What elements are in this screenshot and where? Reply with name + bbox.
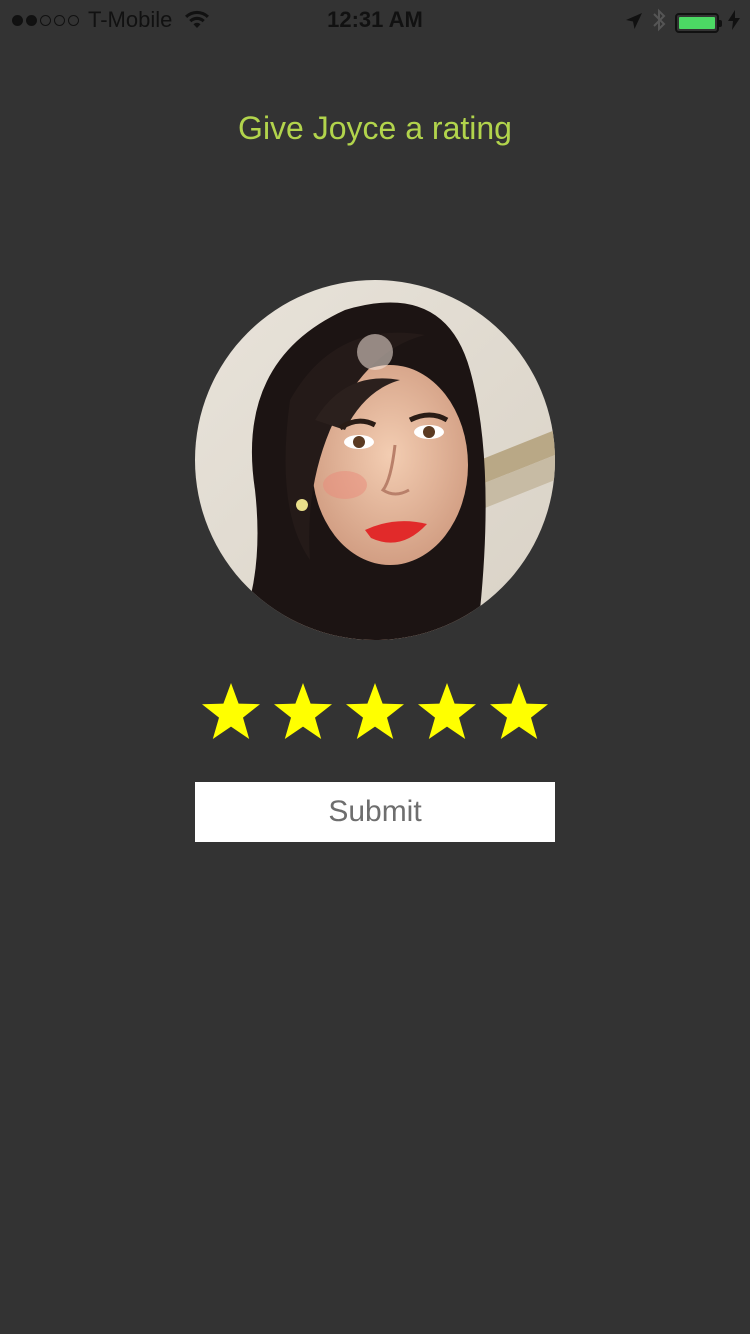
status-bar: T-Mobile 12:31 AM <box>0 0 750 40</box>
location-arrow-icon <box>625 10 643 36</box>
status-bar-right <box>625 8 740 38</box>
bluetooth-icon <box>652 8 666 38</box>
profile-photo-avatar <box>195 280 555 640</box>
star-rating[interactable] <box>195 676 555 746</box>
star-icon[interactable] <box>273 681 333 741</box>
rating-screen: T-Mobile 12:31 AM Give Joyce a rating Su… <box>0 0 750 1334</box>
battery-level <box>679 17 715 29</box>
submit-button[interactable]: Submit <box>195 782 555 842</box>
page-title: Give Joyce a rating <box>238 110 512 146</box>
star-icon[interactable] <box>417 681 477 741</box>
charging-bolt-icon <box>728 10 740 36</box>
star-icon[interactable] <box>489 681 549 741</box>
star-icon[interactable] <box>345 681 405 741</box>
battery-icon <box>675 13 722 33</box>
star-icon[interactable] <box>201 681 261 741</box>
